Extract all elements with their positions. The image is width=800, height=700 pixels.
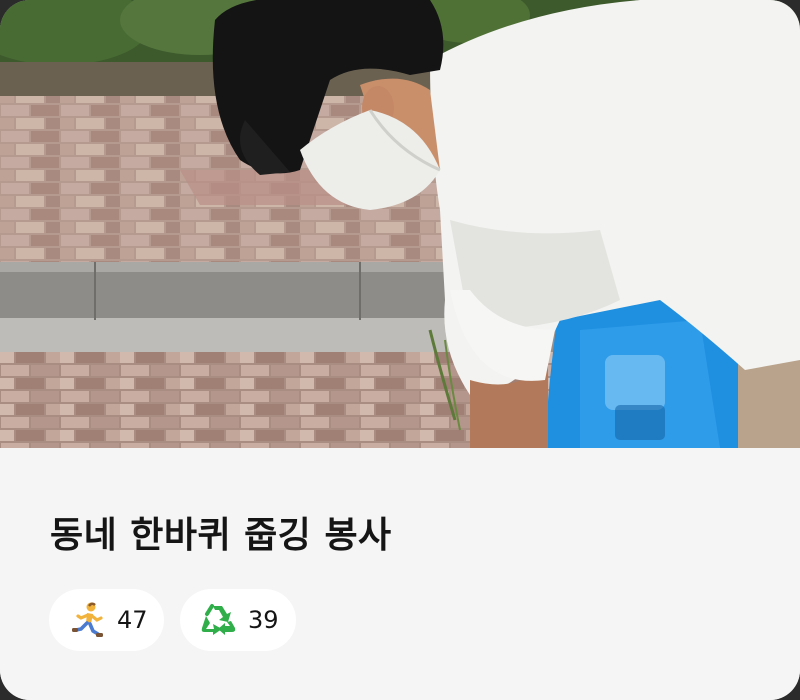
activity-title: 동네 한바퀴 줍깅 봉사 [50,515,392,556]
participant-count-badge: 47 [49,589,164,651]
card-info: 동네 한바퀴 줍깅 봉사 47 39 [0,448,800,700]
recycle-count-value: 39 [248,606,279,634]
activity-photo [0,0,800,448]
recycle-count-badge: 39 [180,589,296,651]
runner-icon [67,600,107,640]
activity-card[interactable]: 동네 한바퀴 줍깅 봉사 47 39 [0,0,800,700]
recycle-icon [198,600,238,640]
participant-count-value: 47 [117,606,148,634]
